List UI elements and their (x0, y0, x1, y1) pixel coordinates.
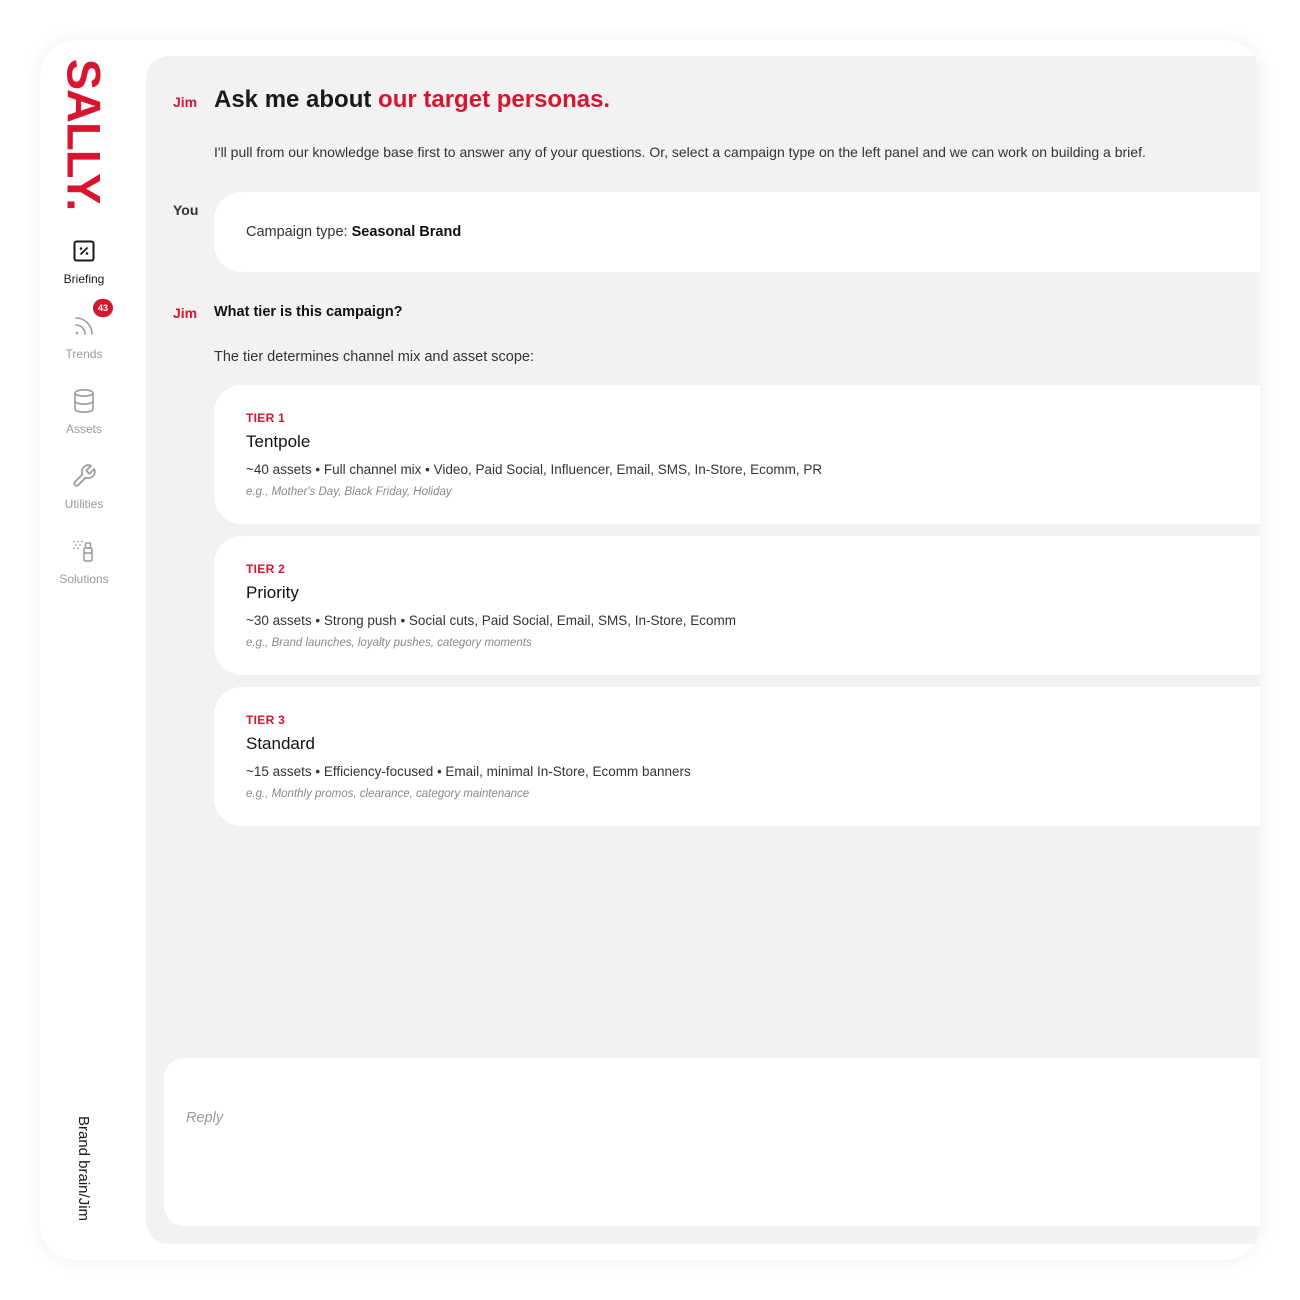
trends-count-badge: 43 (93, 299, 113, 317)
tier-description: ~15 assets • Efficiency-focused • Email,… (246, 764, 691, 779)
intro-text: I'll pull from our knowledge base first … (214, 144, 1146, 160)
sidebar-item-label: Utilities (64, 497, 104, 511)
chat-panel: Jim Ask me about our target personas. I'… (146, 56, 1260, 1244)
tier-description: ~30 assets • Strong push • Social cuts, … (246, 613, 737, 628)
briefing-icon (69, 236, 99, 266)
breadcrumb: Brand brain/Jim (64, 1108, 104, 1228)
speaker-label-jim: Jim (173, 94, 198, 110)
user-message-value: Seasonal Brand (351, 224, 462, 240)
assistant-question: What tier is this campaign? (214, 304, 403, 320)
spray-bottle-icon (69, 536, 99, 566)
tier-label: TIER 1 (246, 411, 286, 425)
sidebar-item-assets[interactable]: Assets (40, 386, 128, 446)
sidebar-item-label: Briefing (63, 272, 105, 286)
tier-examples: e.g., Monthly promos, clearance, categor… (246, 788, 530, 800)
headline-prefix: Ask me about (214, 86, 379, 113)
tier-option-2[interactable]: TIER 2 Priority ~30 assets • Strong push… (214, 536, 1260, 675)
wrench-icon (69, 461, 99, 491)
sidebar-item-solutions[interactable]: Solutions (40, 536, 128, 596)
speaker-label-you: You (173, 202, 199, 218)
sidebar-item-briefing[interactable]: Briefing (40, 236, 128, 296)
sidebar-item-label: Trends (65, 347, 103, 361)
logo-text: SALLY. (57, 58, 111, 210)
sidebar-item-trends[interactable]: 43 Trends (40, 299, 128, 371)
rss-icon: 43 (69, 299, 113, 341)
app-frame: SALLY. Briefing 43 Trends Assets Utiliti… (40, 40, 1260, 1260)
tier-name: Priority (246, 583, 299, 602)
tier-option-3[interactable]: TIER 3 Standard ~15 assets • Efficiency-… (214, 687, 1260, 826)
sidebar-item-label: Assets (65, 422, 102, 436)
tier-name: Standard (246, 734, 315, 753)
sidebar-item-label: Solutions (59, 572, 109, 586)
assistant-question-subtext: The tier determines channel mix and asse… (214, 349, 534, 365)
user-message-label: Campaign type: (246, 224, 348, 240)
sally-logo[interactable]: SALLY. (58, 58, 111, 210)
database-icon (69, 386, 99, 416)
tier-option-1[interactable]: TIER 1 Tentpole ~40 assets • Full channe… (214, 385, 1260, 524)
tier-name: Tentpole (246, 432, 311, 451)
tier-description: ~40 assets • Full channel mix • Video, P… (246, 462, 823, 477)
page-title: Ask me about our target personas. (214, 86, 610, 114)
sidebar-item-utilities[interactable]: Utilities (40, 461, 128, 521)
tier-examples: e.g., Mother's Day, Black Friday, Holida… (246, 486, 452, 498)
tier-label: TIER 3 (246, 713, 286, 727)
headline-highlight: our target personas. (378, 86, 611, 113)
tier-label: TIER 2 (246, 562, 286, 576)
speaker-label-jim: Jim (173, 305, 198, 321)
tier-examples: e.g., Brand launches, loyalty pushes, ca… (246, 637, 532, 649)
breadcrumb-text: Brand brain/Jim (75, 1115, 93, 1221)
user-message: Campaign type: Seasonal Brand (214, 192, 1260, 272)
reply-input[interactable] (164, 1058, 1260, 1226)
sidebar: SALLY. Briefing 43 Trends Assets Utiliti… (40, 40, 146, 1260)
